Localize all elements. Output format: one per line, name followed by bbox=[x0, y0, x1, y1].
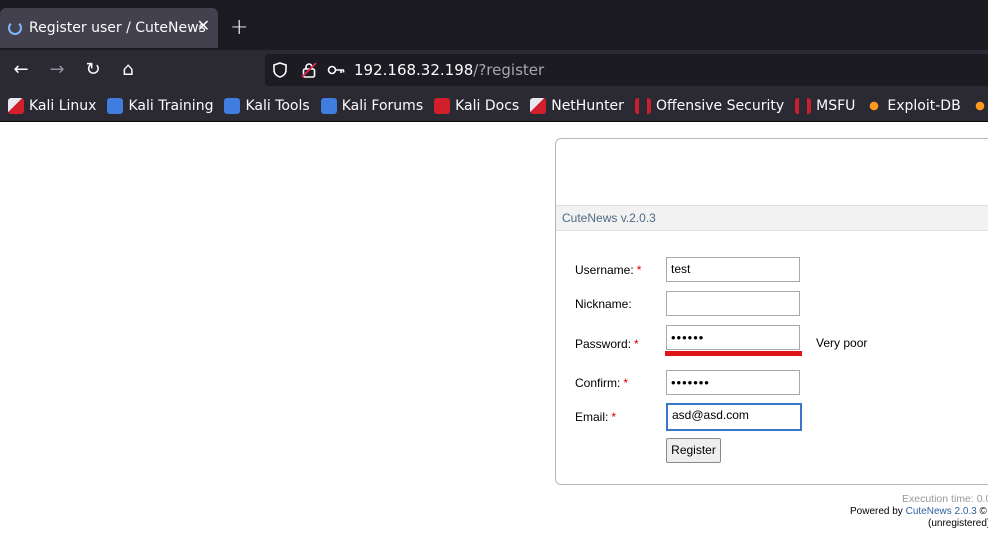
copyright-text: © 200 bbox=[979, 506, 988, 517]
version-bar: CuteNews v.2.0.3 bbox=[556, 205, 988, 231]
password-label: Password: * bbox=[575, 337, 639, 351]
bookmark-label: MSFU bbox=[816, 97, 856, 114]
bookmark-label: Kali Forums bbox=[341, 97, 424, 114]
kali-tools-icon bbox=[224, 97, 241, 114]
bookmark-label: Exploit-DB bbox=[887, 97, 961, 114]
address-bar[interactable]: 192.168.32.198/?register bbox=[265, 54, 988, 86]
password-label-text: Password: bbox=[575, 337, 632, 351]
kali-forums-icon bbox=[320, 97, 337, 114]
cutenews-link[interactable]: CuteNews 2.0.3 bbox=[906, 506, 977, 517]
username-label-text: Username: bbox=[575, 263, 634, 277]
url-path: /?register bbox=[473, 61, 545, 79]
unregistered-note: (unregistered) bbox=[928, 518, 988, 529]
msfu-icon bbox=[795, 97, 812, 114]
bookmark-label: Kali Training bbox=[128, 97, 214, 114]
bookmark-label: Offensive Security bbox=[655, 97, 785, 114]
bookmark-label: Kali Docs bbox=[455, 97, 520, 114]
nickname-input[interactable] bbox=[666, 291, 800, 316]
password-strength-text: Very poor bbox=[816, 336, 868, 350]
ghdb-icon bbox=[971, 97, 988, 114]
bookmark-label: Kali Tools bbox=[245, 97, 310, 114]
password-strength-bar bbox=[665, 351, 802, 356]
execution-time: Execution time: 0.0 bbox=[902, 493, 988, 505]
username-label: Username: * bbox=[575, 263, 641, 277]
email-label: Email: * bbox=[575, 410, 616, 424]
bookmark-label: NetHunter bbox=[551, 97, 624, 114]
bookmark-kali-training[interactable]: Kali Training bbox=[107, 97, 214, 114]
bookmark-kali-linux[interactable]: Kali Linux bbox=[8, 97, 97, 114]
bookmark-nethunter[interactable]: NetHunter bbox=[530, 97, 624, 114]
required-mark: * bbox=[636, 263, 642, 277]
email-input[interactable]: asd@asd.com bbox=[666, 403, 802, 431]
confirm-label-text: Confirm: bbox=[575, 376, 621, 390]
exploit-db-icon bbox=[866, 97, 883, 114]
offsec-icon bbox=[634, 97, 651, 114]
register-button[interactable]: Register bbox=[666, 438, 721, 463]
tab-title: Register user / CuteNews bbox=[29, 20, 206, 36]
bookmark-exploit-db[interactable]: Exploit-DB bbox=[866, 97, 961, 114]
powered-by-prefix: Powered by bbox=[850, 506, 906, 517]
required-mark: * bbox=[634, 337, 639, 351]
powered-by: Powered by CuteNews 2.0.3 © 200 bbox=[850, 506, 988, 517]
tab-strip: Register user / CuteNews ✕ + bbox=[0, 0, 988, 50]
required-mark: * bbox=[611, 410, 617, 424]
back-button[interactable]: ← bbox=[9, 58, 33, 82]
reload-button[interactable]: ↻ bbox=[81, 58, 105, 82]
loading-spinner-icon bbox=[8, 21, 22, 35]
tab-register-user[interactable]: Register user / CuteNews ✕ bbox=[0, 8, 218, 48]
bookmarks-toolbar: Kali Linux Kali Training Kali Tools Kali… bbox=[0, 90, 988, 122]
nethunter-icon bbox=[530, 97, 547, 114]
url-host: 192.168.32.198 bbox=[354, 61, 474, 79]
insecure-lock-icon[interactable] bbox=[301, 62, 317, 82]
nickname-label: Nickname: bbox=[575, 297, 632, 311]
kali-docs-icon bbox=[434, 97, 451, 114]
password-input[interactable]: •••••• bbox=[666, 325, 800, 350]
confirm-label: Confirm: * bbox=[575, 376, 628, 390]
new-tab-button[interactable]: + bbox=[230, 17, 248, 39]
cutenews-version: CuteNews v.2.0.3 bbox=[562, 211, 656, 225]
bookmark-ghdb[interactable]: GH bbox=[971, 97, 988, 114]
bookmark-kali-docs[interactable]: Kali Docs bbox=[434, 97, 520, 114]
url-text[interactable]: 192.168.32.198/?register bbox=[354, 61, 544, 79]
bookmark-kali-tools[interactable]: Kali Tools bbox=[224, 97, 310, 114]
bookmark-kali-forums[interactable]: Kali Forums bbox=[320, 97, 424, 114]
bookmark-offensive-security[interactable]: Offensive Security bbox=[634, 97, 785, 114]
kali-icon bbox=[8, 97, 24, 114]
bookmark-label: Kali Linux bbox=[29, 97, 97, 114]
navigation-toolbar: ← → ↻ ⌂ 192.168.32.198/?register bbox=[0, 50, 988, 90]
registration-panel: CuteNews v.2.0.3 Username: * test Nicknam… bbox=[555, 138, 988, 485]
tracking-protection-shield-icon[interactable] bbox=[273, 62, 287, 82]
forward-button[interactable]: → bbox=[45, 58, 69, 82]
username-input[interactable]: test bbox=[666, 257, 800, 282]
close-tab-icon[interactable]: ✕ bbox=[197, 18, 210, 34]
required-mark: * bbox=[623, 376, 629, 390]
home-button[interactable]: ⌂ bbox=[116, 58, 140, 82]
bookmark-msfu[interactable]: MSFU bbox=[795, 97, 856, 114]
email-label-text: Email: bbox=[575, 410, 609, 424]
confirm-password-input[interactable]: ••••••• bbox=[666, 370, 800, 395]
key-icon[interactable] bbox=[327, 62, 345, 82]
kali-training-icon bbox=[107, 97, 124, 114]
